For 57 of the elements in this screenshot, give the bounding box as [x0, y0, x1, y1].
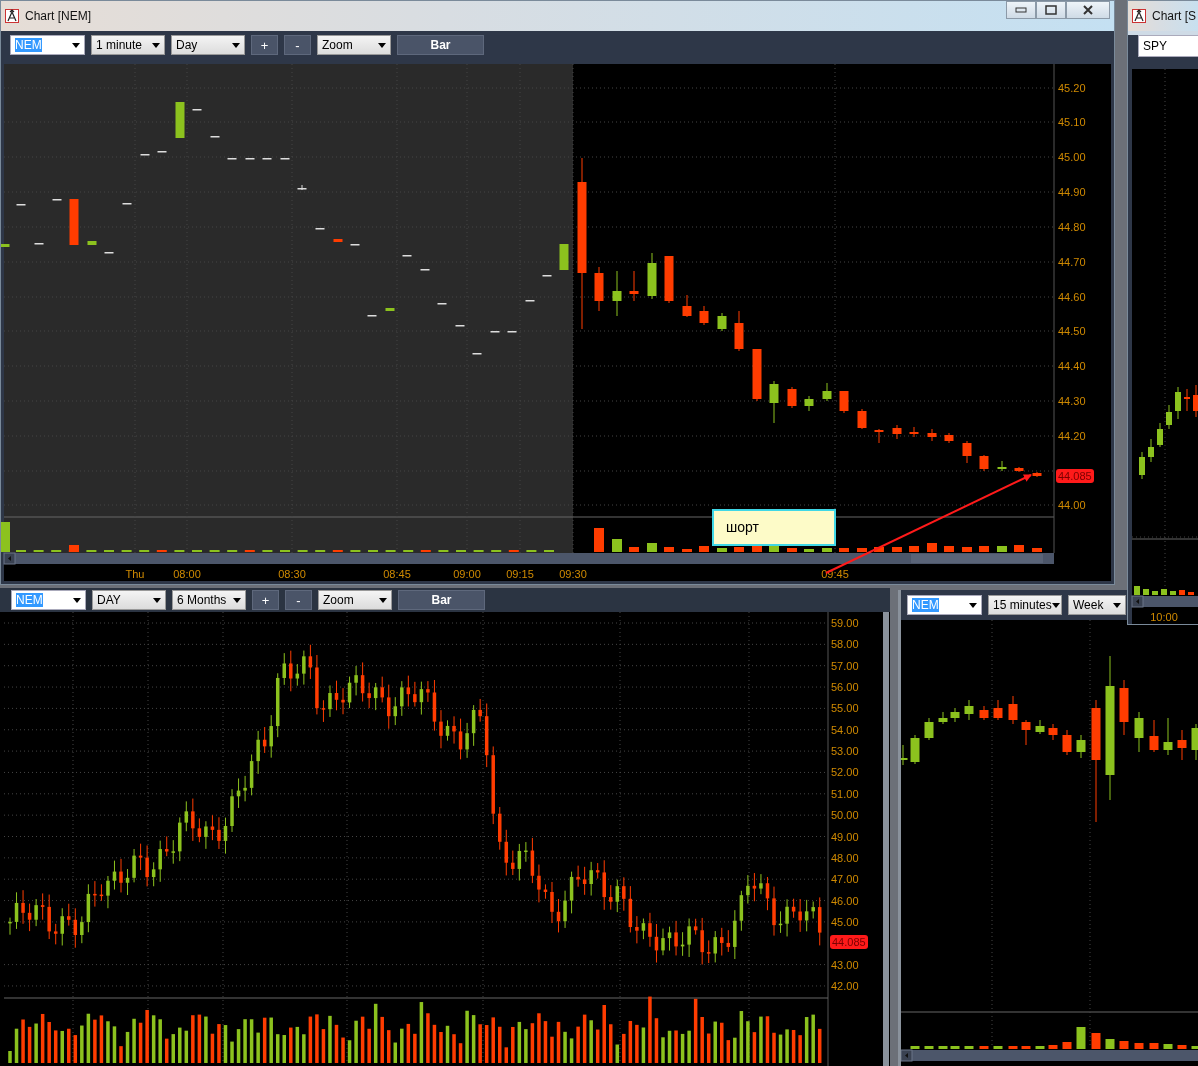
price-label: 44.20 [1058, 430, 1086, 442]
zoom-button[interactable]: + [252, 590, 279, 610]
price-label: 47.00 [831, 873, 859, 886]
price-label: 42.00 [831, 979, 859, 992]
price-label: 57.00 [831, 659, 859, 672]
price-label: 44.60 [1058, 291, 1086, 303]
time-label: 08:30 [278, 568, 306, 580]
price-label: 54.00 [831, 723, 859, 736]
price-label: 56.00 [831, 681, 859, 694]
price-label: 48.00 [831, 851, 859, 864]
price-label: 44.00 [1058, 499, 1086, 511]
price-label: 50.00 [831, 809, 859, 822]
symbol-field[interactable]: SPY [1138, 35, 1198, 57]
price-label: 44.40 [1058, 360, 1086, 372]
annotation-note: шорт [712, 509, 836, 546]
price-label: 52.00 [831, 766, 859, 779]
dropdown[interactable]: Day [171, 35, 245, 55]
dropdown[interactable]: Week [1068, 595, 1126, 615]
price-label: 55.00 [831, 702, 859, 715]
price-label: 49.00 [831, 830, 859, 843]
price-label: 53.00 [831, 745, 859, 758]
last-price-badge: 44.085 [830, 935, 868, 949]
time-label: 09:30 [559, 568, 587, 580]
dropdown[interactable]: DAY [92, 590, 166, 610]
price-label: 46.00 [831, 894, 859, 907]
time-label: 09:15 [506, 568, 534, 580]
window-title: Chart [NEM] [25, 9, 91, 23]
chart-type-button[interactable]: Bar [397, 35, 484, 55]
dropdown[interactable]: Zoom [318, 590, 392, 610]
price-label: 44.70 [1058, 256, 1086, 268]
price-label: 58.00 [831, 638, 859, 651]
zoom-button[interactable]: - [284, 35, 311, 55]
price-label: 44.80 [1058, 221, 1086, 233]
price-label: 43.00 [831, 958, 859, 971]
price-label: 45.10 [1058, 116, 1086, 128]
price-label: 44.90 [1058, 186, 1086, 198]
chart-type-button[interactable]: Bar [398, 590, 485, 610]
time-label: 09:00 [453, 568, 481, 580]
last-price-badge: 44.085 [1056, 469, 1094, 483]
dropdown[interactable]: 6 Months [172, 590, 246, 610]
time-label: 10:00 [1150, 611, 1178, 623]
window-title: Chart [S [1152, 9, 1196, 23]
price-label: 44.30 [1058, 395, 1086, 407]
price-label: 45.00 [1058, 151, 1086, 163]
dropdown[interactable]: 15 minutes [988, 595, 1062, 615]
price-label: 45.20 [1058, 82, 1086, 94]
dropdown[interactable]: 1 minute [91, 35, 165, 55]
price-label: 45.00 [831, 915, 859, 928]
zoom-button[interactable]: - [285, 590, 312, 610]
dropdown[interactable]: Zoom [317, 35, 391, 55]
zoom-button[interactable]: + [251, 35, 278, 55]
price-label: 51.00 [831, 787, 859, 800]
price-label: 59.00 [831, 617, 859, 629]
price-label: 44.50 [1058, 325, 1086, 337]
time-label: Thu [125, 568, 145, 580]
time-label: 08:45 [383, 568, 411, 580]
time-label: 08:00 [173, 568, 201, 580]
